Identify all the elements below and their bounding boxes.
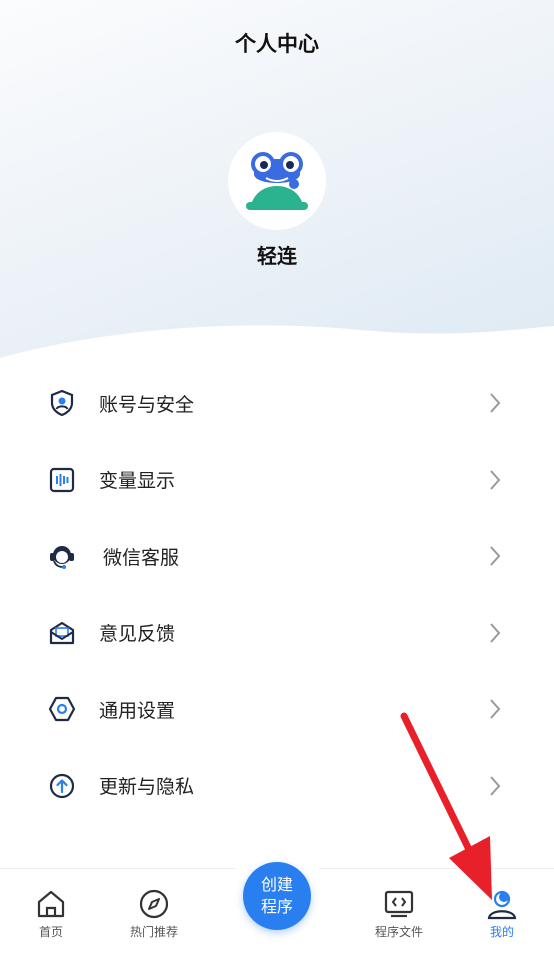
variable-display-icon	[48, 466, 76, 494]
settings-hexagon-icon	[48, 695, 76, 723]
tab-label: 热门推荐	[129, 925, 178, 939]
page-title: 个人中心	[235, 32, 319, 56]
chevron-right-icon	[490, 699, 501, 719]
menu-item-feedback[interactable]: 意见反馈	[0, 595, 554, 672]
tab-program-files[interactable]: 程序文件	[359, 887, 439, 940]
menu-item-general-settings[interactable]: 通用设置	[0, 671, 554, 748]
menu-label: 更新与隐私	[99, 776, 195, 799]
settings-menu: 账号与安全 变量显示 微信客服 意见反馈 通用设置 更新与隐私	[0, 365, 554, 824]
frog-avatar-icon	[228, 132, 326, 230]
headset-support-icon	[48, 542, 76, 570]
menu-item-wechat-support[interactable]: 微信客服	[0, 518, 554, 595]
create-label-line2: 程序	[260, 897, 293, 916]
user-avatar[interactable]	[228, 132, 326, 230]
chevron-right-icon	[490, 623, 501, 643]
tab-label: 程序文件	[374, 925, 423, 939]
feedback-mail-icon	[48, 619, 76, 647]
tab-mine[interactable]: 我的	[462, 887, 542, 940]
account-shield-icon	[48, 389, 76, 417]
tab-home[interactable]: 首页	[11, 887, 91, 940]
user-profile-icon	[487, 890, 517, 920]
chevron-right-icon	[490, 776, 501, 796]
menu-label: 账号与安全	[99, 393, 195, 416]
user-name: 轻连	[257, 244, 297, 268]
update-arrow-icon	[48, 772, 76, 800]
create-label-line1: 创建	[260, 875, 293, 894]
menu-label: 变量显示	[99, 470, 176, 493]
menu-label: 意见反馈	[99, 623, 176, 646]
chevron-right-icon	[490, 470, 501, 490]
tab-label: 我的	[489, 925, 514, 939]
chevron-right-icon	[490, 393, 501, 413]
home-icon	[37, 890, 65, 918]
tab-label: 首页	[38, 925, 63, 939]
menu-item-variable-display[interactable]: 变量显示	[0, 442, 554, 519]
tab-hot-recommend[interactable]: 热门推荐	[114, 887, 194, 940]
menu-label: 微信客服	[103, 546, 180, 569]
menu-label: 通用设置	[99, 699, 176, 722]
menu-item-account-security[interactable]: 账号与安全	[0, 365, 554, 442]
create-program-button[interactable]: 创建 程序	[243, 862, 311, 930]
compass-icon	[139, 889, 169, 919]
chevron-right-icon	[490, 546, 501, 566]
code-file-icon	[384, 890, 414, 918]
menu-item-update-privacy[interactable]: 更新与隐私	[0, 748, 554, 825]
